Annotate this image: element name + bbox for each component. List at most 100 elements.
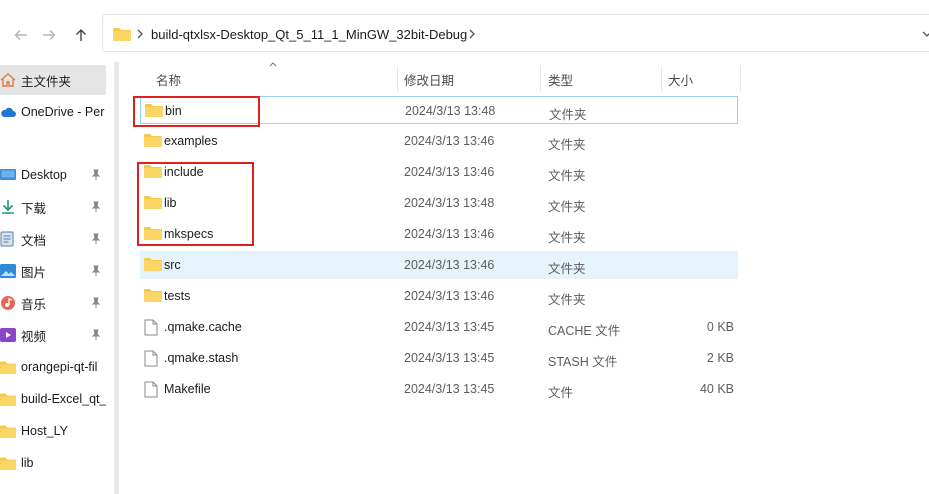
sidebar-item-label: Desktop xyxy=(21,168,67,182)
pin-icon[interactable] xyxy=(91,201,101,213)
file-modified-date: 2024/3/13 13:48 xyxy=(405,104,496,118)
file-type: 文件夹 xyxy=(548,200,586,214)
sidebar-item-label: 图片 xyxy=(21,265,47,280)
sidebar-item-downloads[interactable]: 下载 xyxy=(0,192,106,222)
arrow-right-icon xyxy=(43,30,56,40)
sidebar-item-videos[interactable]: 视频 xyxy=(0,320,106,350)
document-icon xyxy=(0,231,16,247)
column-header-name[interactable]: 名称 xyxy=(140,64,398,90)
sidebar-item-label: 下载 xyxy=(21,201,47,216)
up-button[interactable] xyxy=(68,22,94,48)
folder-icon xyxy=(0,455,16,471)
folder-icon xyxy=(144,288,162,305)
chevron-right-icon xyxy=(137,29,143,39)
sidebar-item-label: 主文件夹 xyxy=(21,74,72,89)
file-size: 0 KB xyxy=(706,320,734,334)
sidebar-item-music[interactable]: 音乐 xyxy=(0,288,106,318)
sidebar-item-label: orangepi-qt-fil xyxy=(21,360,98,374)
video-icon xyxy=(0,327,16,343)
file-modified-date: 2024/3/13 13:46 xyxy=(404,227,495,241)
file-row[interactable]: .qmake.stash 2024/3/13 13:45 STASH 文件 2 KB xyxy=(140,344,738,372)
navigation-pane: 主文件夹 OneDrive - Per Desktop 下载 文档 图片 音乐 … xyxy=(0,62,106,494)
file-name: .qmake.cache xyxy=(164,320,242,334)
column-divider[interactable] xyxy=(740,66,741,92)
column-header-label: 大小 xyxy=(668,74,694,88)
file-name: examples xyxy=(164,134,218,148)
file-name: Makefile xyxy=(164,382,211,396)
file-row[interactable]: .qmake.cache 2024/3/13 13:45 CACHE 文件 0 KB xyxy=(140,313,738,341)
file-type: 文件夹 xyxy=(548,293,586,307)
cloud-icon xyxy=(0,104,16,120)
file-row[interactable]: tests 2024/3/13 13:46 文件夹 xyxy=(140,282,738,310)
sidebar-item-build-excel-folder[interactable]: build-Excel_qt_ xyxy=(0,384,106,414)
file-row[interactable]: Makefile 2024/3/13 13:45 文件 40 KB xyxy=(140,375,738,403)
sidebar-item-label: 视频 xyxy=(21,329,47,344)
picture-icon xyxy=(0,263,16,279)
file-modified-date: 2024/3/13 13:46 xyxy=(404,258,495,272)
sidebar-item-pictures[interactable]: 图片 xyxy=(0,256,106,286)
address-bar[interactable]: build-qtxlsx-Desktop_Qt_5_11_1_MinGW_32b… xyxy=(102,14,929,52)
file-name: src xyxy=(164,258,181,272)
file-type: 文件夹 xyxy=(548,169,586,183)
arrow-up-icon xyxy=(76,29,86,41)
file-row[interactable]: src 2024/3/13 13:46 文件夹 xyxy=(140,251,738,279)
file-type: STASH 文件 xyxy=(548,355,618,369)
breadcrumb-current-folder[interactable]: build-qtxlsx-Desktop_Qt_5_11_1_MinGW_32b… xyxy=(151,27,467,42)
pin-icon[interactable] xyxy=(91,233,101,245)
back-button[interactable] xyxy=(8,22,34,48)
column-header-label: 类型 xyxy=(548,74,574,88)
annotation-box-bin xyxy=(133,96,260,127)
file-modified-date: 2024/3/13 13:45 xyxy=(404,351,495,365)
file-icon xyxy=(144,319,158,339)
sidebar-item-home[interactable]: 主文件夹 xyxy=(0,65,106,95)
column-header-label: 修改日期 xyxy=(404,74,455,88)
sidebar-item-orangepi-folder[interactable]: orangepi-qt-fil xyxy=(0,352,106,382)
file-name: .qmake.stash xyxy=(164,351,239,365)
pin-icon[interactable] xyxy=(91,265,101,277)
file-modified-date: 2024/3/13 13:45 xyxy=(404,382,495,396)
file-type: 文件夹 xyxy=(549,108,587,122)
folder-icon xyxy=(0,359,16,375)
navigation-bar: build-qtxlsx-Desktop_Qt_5_11_1_MinGW_32b… xyxy=(0,0,929,62)
file-modified-date: 2024/3/13 13:46 xyxy=(404,134,495,148)
sidebar-scrollbar[interactable] xyxy=(114,62,119,494)
sidebar-item-desktop[interactable]: Desktop xyxy=(0,160,106,190)
file-size: 2 KB xyxy=(706,351,734,365)
folder-icon xyxy=(144,257,162,274)
file-name: tests xyxy=(164,289,191,303)
folder-icon xyxy=(113,28,131,41)
folder-icon xyxy=(144,133,162,150)
column-header-type[interactable]: 类型 xyxy=(541,64,661,90)
desktop-icon xyxy=(0,167,16,183)
file-type: 文件夹 xyxy=(548,231,586,245)
column-header-date[interactable]: 修改日期 xyxy=(398,64,540,90)
pin-icon[interactable] xyxy=(91,169,101,181)
column-header-label: 名称 xyxy=(156,74,182,88)
pin-icon[interactable] xyxy=(91,297,101,309)
file-type: 文件 xyxy=(548,386,574,400)
pin-icon[interactable] xyxy=(91,329,101,341)
file-modified-date: 2024/3/13 13:48 xyxy=(404,196,495,210)
folder-icon xyxy=(0,391,16,407)
sidebar-item-onedrive[interactable]: OneDrive - Per xyxy=(0,97,106,127)
file-row[interactable]: examples 2024/3/13 13:46 文件夹 xyxy=(140,127,738,155)
file-icon xyxy=(144,381,158,401)
arrow-left-icon xyxy=(14,30,27,40)
chevron-down-icon[interactable] xyxy=(921,29,929,39)
sidebar-item-label: 文档 xyxy=(21,233,47,248)
sidebar-item-host-ly-folder[interactable]: Host_LY xyxy=(0,416,106,446)
file-type: 文件夹 xyxy=(548,262,586,276)
sidebar-item-lib-folder[interactable]: lib xyxy=(0,448,106,478)
folder-icon xyxy=(0,423,16,439)
chevron-right-icon[interactable] xyxy=(467,28,477,40)
sidebar-item-label: OneDrive - Per xyxy=(21,105,105,119)
sidebar-item-label: build-Excel_qt_ xyxy=(21,392,106,406)
column-header-size[interactable]: 大小 xyxy=(662,64,740,90)
sidebar-item-label: lib xyxy=(21,456,34,470)
file-size: 40 KB xyxy=(699,382,734,396)
forward-button[interactable] xyxy=(36,22,62,48)
sidebar-item-documents[interactable]: 文档 xyxy=(0,224,106,254)
download-icon xyxy=(0,199,16,215)
file-modified-date: 2024/3/13 13:45 xyxy=(404,320,495,334)
file-type: CACHE 文件 xyxy=(548,324,621,338)
